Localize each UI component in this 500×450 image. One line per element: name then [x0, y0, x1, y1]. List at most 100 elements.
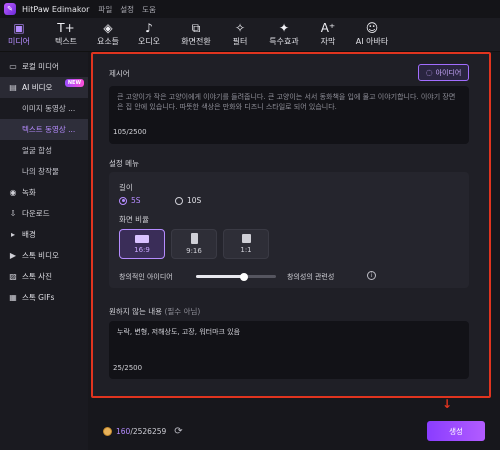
- sidebar-subitem-label: 텍스트 동영상 ...: [22, 125, 76, 134]
- sidebar-item-label: 스톡 사진: [22, 272, 52, 281]
- sidebar-item-label: 다운로드: [22, 209, 50, 218]
- audio-icon: ♪: [145, 21, 153, 35]
- idea-button-label: 아이디어: [435, 68, 462, 77]
- slider-fill: [196, 275, 244, 278]
- app-name: HitPaw Edimakor: [22, 4, 90, 14]
- tab-elements[interactable]: ◈ 요소들: [88, 18, 128, 52]
- sidebar: ▭ 로컬 미디어 ▤ AI 비디오 NEW 이미지 동영상 ... 텍스트 동영…: [0, 52, 88, 450]
- sidebar-subitem-my-creations[interactable]: 나의 창작물: [0, 161, 88, 182]
- creativity-slider[interactable]: [196, 272, 276, 281]
- square-icon: [241, 234, 251, 243]
- menu-settings[interactable]: 설정: [120, 4, 134, 15]
- length-label: 길이: [119, 183, 133, 192]
- radio-selected: [119, 196, 127, 205]
- app-logo-icon: ✎: [4, 3, 16, 15]
- slider-right-label: 창의성의 관련성: [287, 273, 335, 281]
- ratio-label: 9:16: [186, 247, 202, 255]
- footer-bar: 160 /2526259 ⟳ 생성: [91, 410, 491, 450]
- tab-elements-label: 요소들: [96, 37, 120, 46]
- tab-audio[interactable]: ♪ 오디오: [128, 18, 170, 52]
- info-icon[interactable]: i: [367, 271, 376, 280]
- credit-balance: 160 /2526259 ⟳: [103, 424, 183, 438]
- sidebar-subitem-face-swap[interactable]: 얼굴 합성: [0, 140, 88, 161]
- sidebar-subitem-image-video[interactable]: 이미지 동영상 ...: [0, 98, 88, 119]
- tab-filter-label: 필터: [232, 37, 248, 46]
- sidebar-item-label: 배경: [22, 230, 36, 239]
- landscape-icon: [135, 234, 149, 243]
- refresh-icon[interactable]: ⟳: [174, 426, 182, 437]
- tab-ai-avatar[interactable]: ☺ AI 아바타: [346, 18, 398, 52]
- new-badge: NEW: [64, 79, 84, 87]
- sidebar-item-stock-gifs[interactable]: ▦ 스톡 GIFs: [0, 287, 88, 308]
- slider-left-label: 창의적인 아이디어: [119, 273, 173, 281]
- sidebar-subitem-text-video[interactable]: 텍스트 동영상 ...: [0, 119, 88, 140]
- sidebar-item-label: 스톡 비디오: [22, 251, 59, 260]
- effects-icon: ✦: [278, 21, 290, 35]
- main-toolbar: ▣ 미디어 T+ 텍스트 ◈ 요소들 ♪ 오디오 ⧉ 화면전환 ✧ 필터 ✦ 특…: [0, 18, 500, 52]
- slider-handle[interactable]: [240, 272, 248, 281]
- stock-photo-icon: ▨: [9, 272, 17, 281]
- aspect-ratio-label: 화면 비율: [119, 215, 149, 224]
- sidebar-item-record[interactable]: ◉ 녹화: [0, 182, 88, 203]
- length-option-label: 10S: [187, 196, 202, 205]
- tab-media-label: 미디어: [7, 37, 31, 46]
- ai-video-icon: ▤: [9, 83, 17, 92]
- tab-media[interactable]: ▣ 미디어: [2, 18, 36, 52]
- background-icon: ▸: [10, 230, 15, 239]
- prompt-textarea[interactable]: 큰 고양이가 작은 고양이에게 이야기를 들려줍니다. 큰 고양이는 서서 동화…: [109, 86, 469, 144]
- tab-text[interactable]: T+ 텍스트: [44, 18, 88, 52]
- tab-transition-label: 화면전환: [181, 37, 211, 46]
- sidebar-item-label: 녹화: [22, 188, 36, 197]
- sidebar-subitem-label: 얼굴 합성: [22, 146, 52, 155]
- ratio-label: 1:1: [240, 246, 252, 254]
- credits-total: /2526259: [130, 426, 167, 436]
- tab-filter[interactable]: ✧ 필터: [222, 18, 258, 52]
- length-option-label: 5S: [131, 196, 141, 205]
- tab-transition[interactable]: ⧉ 화면전환: [170, 18, 222, 52]
- portrait-icon: [190, 233, 198, 244]
- prompt-text: 큰 고양이가 작은 고양이에게 이야기를 들려줍니다. 큰 고양이는 서서 동화…: [117, 93, 456, 111]
- sidebar-subitem-label: 나의 창작물: [22, 167, 59, 176]
- length-option-5s[interactable]: 5S: [119, 196, 141, 205]
- optional-tag: (필수 아님): [164, 307, 201, 316]
- negative-label-text: 원하지 않는 내용: [109, 307, 163, 316]
- menu-file[interactable]: 파일: [98, 4, 112, 15]
- sidebar-item-stock-photo[interactable]: ▨ 스톡 사진: [0, 266, 88, 287]
- credits-used: 160: [116, 426, 131, 436]
- avatar-icon: ☺: [365, 21, 379, 35]
- sidebar-item-ai-video[interactable]: ▤ AI 비디오 NEW: [0, 77, 88, 98]
- tab-effects[interactable]: ✦ 특수효과: [258, 18, 310, 52]
- sidebar-item-stock-video[interactable]: ▶ 스톡 비디오: [0, 245, 88, 266]
- tab-subtitle[interactable]: A⁺ 자막: [310, 18, 346, 52]
- idea-button[interactable]: ◌ 아이디어: [418, 64, 469, 81]
- prompt-counter: 105/2500: [113, 128, 147, 136]
- menu-help[interactable]: 도움: [142, 4, 156, 15]
- ratio-16-9[interactable]: 16:9: [119, 229, 165, 259]
- coin-icon: [103, 426, 112, 436]
- tab-audio-label: 오디오: [137, 37, 161, 46]
- folder-icon: ▭: [9, 62, 17, 71]
- negative-counter: 25/2500: [113, 364, 143, 372]
- negative-prompt-text: 누락, 변형, 저해상도, 고장, 워터마크 있음: [117, 328, 241, 336]
- tab-ai-avatar-label: AI 아바타: [355, 37, 389, 46]
- sidebar-item-local-media[interactable]: ▭ 로컬 미디어: [0, 56, 88, 77]
- ratio-label: 16:9: [134, 245, 150, 254]
- tab-text-label: 텍스트: [54, 37, 78, 46]
- settings-menu-label: 설정 메뉴: [109, 159, 139, 168]
- sidebar-item-label: AI 비디오: [22, 83, 53, 92]
- sidebar-item-label: 스톡 GIFs: [22, 293, 55, 302]
- radio-unselected: [175, 196, 183, 205]
- negative-prompt-textarea[interactable]: 누락, 변형, 저해상도, 고장, 워터마크 있음: [109, 321, 469, 379]
- sidebar-subitem-label: 이미지 동영상 ...: [22, 104, 76, 113]
- sidebar-item-background[interactable]: ▸ 배경: [0, 224, 88, 245]
- ratio-9-16[interactable]: 9:16: [171, 229, 217, 259]
- sidebar-item-download[interactable]: ⇩ 다운로드: [0, 203, 88, 224]
- media-icon: ▣: [13, 21, 25, 35]
- text-to-video-panel: 제시어 ◌ 아이디어 큰 고양이가 작은 고양이에게 이야기를 들려줍니다. 큰…: [91, 52, 491, 398]
- ratio-1-1[interactable]: 1:1: [223, 229, 269, 259]
- length-option-10s[interactable]: 10S: [175, 196, 201, 205]
- subtitle-icon: A⁺: [320, 21, 336, 35]
- generate-button[interactable]: 생성: [427, 421, 485, 441]
- text-icon: T+: [57, 21, 75, 35]
- negative-prompt-label: 원하지 않는 내용 (필수 아님): [109, 306, 200, 317]
